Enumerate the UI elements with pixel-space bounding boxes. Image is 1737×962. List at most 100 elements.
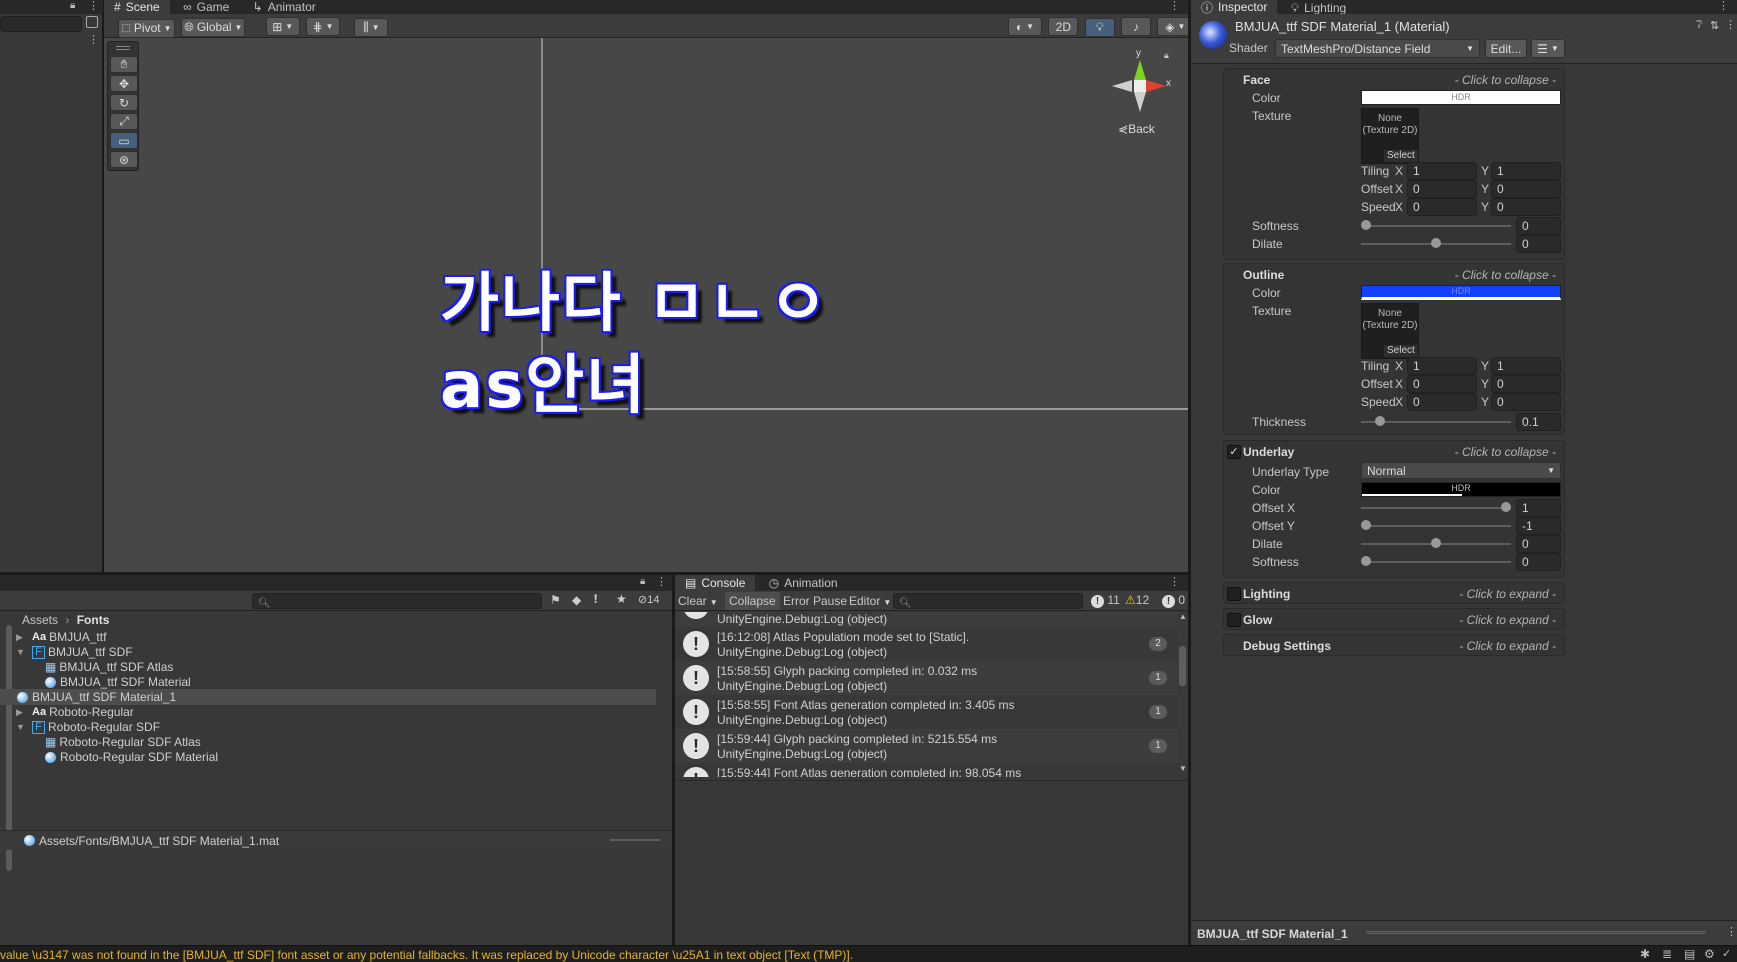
underlay-dilate-knob[interactable] — [1431, 538, 1441, 548]
shader-dropdown[interactable]: TextMeshPro/Distance Field ▼ — [1275, 39, 1480, 58]
expand-arrow-icon[interactable]: ▶ — [16, 707, 32, 718]
console-scrollbar[interactable]: ▲ ▼ — [1177, 612, 1188, 777]
lighting-toggle[interactable]: 💡︎ — [1084, 17, 1115, 37]
list-item[interactable]: BMJUA_ttf SDF Material — [16, 674, 672, 690]
grid-visibility-button[interactable]: ⋕ ▼ — [306, 17, 341, 36]
underlay-type-dropdown[interactable]: Normal ▼ — [1361, 462, 1561, 479]
clear-button[interactable]: Clear ▼ — [678, 594, 718, 608]
more-icon[interactable]: ⋮ — [1725, 18, 1736, 31]
tab-console[interactable]: ▤ Console — [675, 575, 756, 591]
underlay-title[interactable]: Underlay — [1243, 445, 1294, 459]
outline-texture-slot[interactable]: None (Texture 2D) Select — [1361, 303, 1419, 359]
underlay-dilate-value[interactable]: 0 — [1516, 535, 1561, 553]
help-icon[interactable]: ❔︎ — [1696, 19, 1703, 32]
draw-mode-button[interactable]: ◐ ▼ — [1008, 17, 1042, 36]
shader-edit-button[interactable]: Edit... — [1485, 39, 1527, 58]
grid-snap-button[interactable]: ⊞ ▼ — [265, 17, 300, 36]
list-item[interactable]: ▶ Aa BMJUA_ttf — [16, 629, 672, 645]
rotate-tool-button[interactable]: ↻ — [110, 94, 138, 111]
gizmo-center-cube[interactable] — [1134, 80, 1146, 92]
expand-arrow-icon[interactable]: ▶ — [16, 632, 32, 643]
debug-settings-section[interactable]: Debug Settings - Click to expand - — [1223, 634, 1565, 656]
lock-icon[interactable]: 🔒︎ — [70, 0, 75, 11]
face-offset-y[interactable]: 0 — [1491, 180, 1561, 198]
info-filter-toggle[interactable]: ! 11 — [1091, 593, 1120, 608]
list-item[interactable]: ▦ Roboto-Regular SDF Atlas — [16, 734, 672, 750]
lock-icon[interactable]: 🔒︎ — [1164, 50, 1169, 61]
error-filter-toggle[interactable]: ! 0 — [1162, 593, 1185, 608]
more-icon[interactable]: ⋮ — [88, 33, 99, 46]
collapse-toggle[interactable]: Collapse — [725, 592, 780, 610]
console-entry[interactable]: ! [15:58:55] Font Atlas generation compl… — [675, 695, 1177, 729]
project-search-input[interactable]: 🔍︎ — [252, 593, 542, 609]
list-item-selected[interactable]: BMJUA_ttf SDF Material_1 — [0, 689, 656, 705]
more-icon[interactable]: ⋮ — [1726, 925, 1737, 938]
breadcrumb-assets[interactable]: Assets — [22, 613, 58, 627]
underlay-offset-x-track[interactable] — [1361, 507, 1511, 509]
lighting-checkbox[interactable] — [1227, 587, 1241, 601]
console-entry[interactable]: ! [15:58:55] Glyph packing completed in:… — [675, 661, 1177, 695]
texture-select-button[interactable]: Select — [1384, 150, 1418, 162]
more-icon[interactable]: ⋮ — [1718, 0, 1729, 12]
gizmo-neg-x-cone[interactable] — [1112, 80, 1132, 92]
preset-icon[interactable]: ⇅ — [1710, 19, 1719, 32]
outline-speed-x[interactable]: 0 — [1407, 393, 1477, 411]
search-toggle-icon[interactable] — [86, 16, 98, 28]
console-search-input[interactable]: 🔍︎ — [893, 593, 1083, 609]
hand-tool-button[interactable]: ✋︎ — [110, 56, 138, 73]
outline-offset-y[interactable]: 0 — [1491, 375, 1561, 393]
increment-snap-button[interactable]: ⫼ ▼ — [354, 17, 389, 37]
outline-speed-y[interactable]: 0 — [1491, 393, 1561, 411]
more-icon[interactable]: ⋮ — [1169, 575, 1180, 588]
gizmo-y-cone[interactable] — [1134, 60, 1146, 80]
console-scroll-thumb[interactable] — [1179, 646, 1186, 686]
search-by-label-icon[interactable]: ◆ — [572, 593, 581, 607]
lighting-title[interactable]: Lighting — [1243, 587, 1290, 601]
outline-title[interactable]: Outline — [1243, 268, 1284, 282]
underlay-offset-y-track[interactable] — [1361, 525, 1511, 527]
package-icon[interactable]: ▤ — [1684, 947, 1695, 961]
debug-settings-title[interactable]: Debug Settings — [1243, 639, 1331, 653]
glow-expand-hint[interactable]: - Click to expand - — [1459, 613, 1556, 627]
lighting-section[interactable]: Lighting - Click to expand - — [1223, 582, 1565, 604]
audio-toggle[interactable]: ♪ — [1121, 17, 1152, 36]
outline-color-swatch[interactable]: HDR — [1361, 285, 1561, 300]
tab-scene[interactable]: # Scene — [104, 0, 170, 14]
face-collapse-hint[interactable]: - Click to collapse - — [1455, 73, 1556, 87]
outline-thickness-value[interactable]: 0.1 — [1516, 413, 1561, 431]
favorite-star-icon[interactable]: ★ — [616, 592, 627, 606]
list-item[interactable]: ▦ BMJUA_ttf SDF Atlas — [16, 659, 672, 675]
more-icon[interactable]: ⋮ — [656, 575, 667, 588]
list-item[interactable]: ▶ Aa Roboto-Regular — [16, 704, 672, 720]
scene-viewport[interactable]: 가나다 ㅁㄴㅇ as안녀 🔒︎ y x ⋞Back — [104, 38, 1188, 572]
tab-lighting[interactable]: 💡︎ Lighting — [1281, 1, 1356, 16]
inspector-scrollbar[interactable] — [1191, 66, 1221, 656]
underlay-color-swatch[interactable]: HDR — [1361, 482, 1561, 497]
face-speed-x[interactable]: 0 — [1407, 198, 1477, 216]
status-warning-message[interactable]: value \u3147 was not found in the [BMJUA… — [0, 948, 853, 962]
settings-icon[interactable]: ⚙ — [1704, 947, 1715, 961]
log-filter-icon[interactable]: ❗︎ — [594, 592, 597, 607]
face-softness-knob[interactable] — [1361, 220, 1371, 230]
hierarchy-search-input[interactable] — [0, 16, 82, 32]
pivot-button[interactable]: ⬚ Pivot ▼ — [118, 18, 175, 38]
glow-checkbox[interactable] — [1227, 613, 1241, 627]
preview-drag-bar[interactable] — [1366, 931, 1706, 934]
face-dilate-value[interactable]: 0 — [1516, 235, 1561, 253]
gizmo-x-cone[interactable] — [1146, 80, 1166, 92]
list-item[interactable]: ▼ F Roboto-Regular SDF — [16, 719, 672, 735]
rect-tool-button[interactable]: ▭ — [110, 132, 138, 149]
face-title[interactable]: Face — [1243, 73, 1270, 87]
debug-expand-hint[interactable]: - Click to expand - — [1459, 639, 1556, 653]
shader-menu-button[interactable]: ☰ ▼ — [1531, 39, 1565, 58]
search-by-type-icon[interactable]: ⚑ — [550, 593, 561, 607]
transform-tool-button[interactable]: ⊛ — [110, 151, 138, 168]
face-offset-x[interactable]: 0 — [1407, 180, 1477, 198]
face-texture-slot[interactable]: None (Texture 2D) Select — [1361, 108, 1419, 164]
tab-animation[interactable]: ◷ Animation — [759, 575, 848, 591]
2d-toggle[interactable]: 2D — [1048, 17, 1079, 36]
hidden-packages-toggle[interactable]: ⊘14 — [638, 593, 659, 606]
face-dilate-knob[interactable] — [1431, 238, 1441, 248]
orientation-gizmo[interactable]: 🔒︎ y x ⋞Back — [1104, 48, 1184, 138]
list-item[interactable]: ▼ F BMJUA_ttf SDF — [16, 644, 672, 660]
